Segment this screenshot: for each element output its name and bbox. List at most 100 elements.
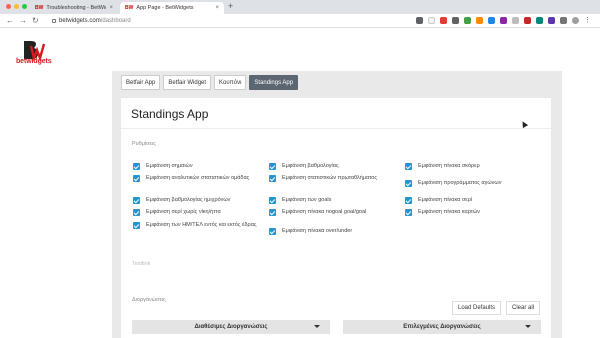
back-icon[interactable]: ←: [6, 16, 14, 25]
page-title: Standings App: [131, 107, 209, 121]
option-league-stats[interactable]: Εμφάνιση στατιστικών πρωταθλήματος: [269, 175, 397, 182]
maximize-window-icon[interactable]: [22, 4, 27, 9]
checkbox-checked-icon[interactable]: [133, 209, 140, 216]
option-show-standings[interactable]: Εμφάνιση βαθμολογίας: [269, 163, 397, 170]
option-label: Εμφάνιση των goals: [282, 197, 332, 203]
logo-text: betwidgets: [16, 58, 52, 65]
checkbox-checked-icon[interactable]: [405, 163, 412, 170]
url-path: /dashboard: [100, 18, 131, 24]
checkbox-checked-icon[interactable]: [405, 209, 412, 216]
app-tabs: Betfair App Betfair Widget Κουπόνι Stand…: [121, 75, 299, 90]
extension-teal-icon[interactable]: [536, 17, 543, 24]
forward-icon[interactable]: →: [19, 16, 27, 25]
option-label: Εμφάνιση σημαιών: [146, 163, 193, 169]
settings-label: Ρυθμίσεις: [132, 141, 156, 147]
extension-icons: ⋮: [416, 17, 591, 24]
extension-violet-icon[interactable]: [548, 17, 555, 24]
address-bar[interactable]: betwidgets.com/dashboard: [52, 16, 414, 26]
option-label: Εμφάνιση βαθμολογίας ημιχρόνων: [146, 197, 231, 203]
clear-all-button[interactable]: Clear all: [506, 301, 541, 315]
option-unbeaten-streak[interactable]: Εμφάνιση σερί χωρίς νίκη/ήττα: [133, 209, 261, 216]
browser-toolbar: ← → ↻ betwidgets.com/dashboard ⋮: [0, 14, 600, 28]
favicon-icon: BW: [125, 5, 134, 11]
browser-tabstrip: BW Troubleshooting - BetWidgets × BW App…: [0, 0, 600, 14]
menu-icon[interactable]: ⋮: [584, 17, 591, 24]
option-label: Εμφάνιση προγράμματος αγώνων: [418, 180, 502, 186]
tab-kouponi[interactable]: Κουπόνι: [214, 75, 247, 90]
option-label: Εμφάνιση πίνακα σερί: [418, 197, 473, 203]
option-ht-ft-home-away[interactable]: Εμφάνιση των ΗΜ/ΤΕΛ εντός και εκτός έδρα…: [133, 222, 261, 229]
checkbox-checked-icon[interactable]: [405, 197, 412, 204]
close-window-icon[interactable]: [6, 4, 11, 9]
extension-red-icon[interactable]: [440, 17, 447, 24]
option-label: Εμφάνιση πίνακα καρτών: [418, 209, 480, 215]
option-fixtures[interactable]: Εμφάνιση προγράμματος αγώνων: [405, 180, 533, 187]
available-competitions-select[interactable]: Διαθέσιμες Διοργανώσεις: [132, 320, 330, 334]
option-label: Εμφάνιση βαθμολογίας: [282, 163, 339, 169]
url-host: betwidgets.com: [59, 18, 101, 24]
minimize-window-icon[interactable]: [14, 4, 19, 9]
avatar[interactable]: [572, 17, 579, 24]
option-nogoal-goal[interactable]: Εμφάνιση πίνακα nogoal goal/goal: [269, 209, 397, 216]
puzzle-icon[interactable]: [560, 17, 567, 24]
extension-green-icon[interactable]: [464, 17, 471, 24]
browser-tab-app-page[interactable]: BW App Page - BetWidgets ×: [120, 2, 224, 14]
extension-purple-icon[interactable]: [500, 17, 507, 24]
browser-tab-troubleshooting[interactable]: BW Troubleshooting - BetWidgets ×: [30, 2, 118, 14]
tab-standings-app[interactable]: Standings App: [249, 75, 299, 90]
checkbox-checked-icon[interactable]: [269, 175, 276, 182]
select-label: Επιλεγμένες Διοργανώσεις: [403, 324, 481, 330]
favicon-icon: BW: [35, 5, 44, 11]
chevron-down-icon: [525, 325, 531, 328]
browser-tab-label: App Page - BetWidgets: [136, 5, 194, 11]
checkbox-checked-icon[interactable]: [269, 228, 276, 235]
checkbox-checked-icon[interactable]: [405, 180, 412, 187]
standings-app-card: Standings App Ρυθμίσεις Εμφάνιση σημαιών…: [121, 98, 551, 338]
extension-red2-icon[interactable]: [524, 17, 531, 24]
close-tab-icon[interactable]: ×: [215, 5, 219, 11]
option-label: Εμφάνιση στατιστικών πρωταθλήματος: [282, 175, 377, 181]
checkbox-checked-icon[interactable]: [269, 197, 276, 204]
option-scorers[interactable]: Εμφάνιση πίνακα σκόρερ: [405, 163, 533, 170]
option-label: Εμφάνιση αναλυτικών στατιστικών ομάδας: [146, 175, 250, 181]
star-icon[interactable]: [428, 17, 435, 24]
option-streaks[interactable]: Εμφάνιση πίνακα σερί: [405, 197, 533, 204]
selected-competitions-select[interactable]: Επιλεγμένες Διοργανώσεις: [343, 320, 541, 334]
option-halftime-standings[interactable]: Εμφάνιση βαθμολογίας ημιχρόνων: [133, 197, 261, 204]
checkbox-checked-icon[interactable]: [133, 163, 140, 170]
extension-blue-icon[interactable]: [488, 17, 495, 24]
option-label: Εμφάνιση πίνακα over/under: [282, 228, 353, 234]
reload-icon[interactable]: ↻: [32, 16, 39, 25]
checkbox-checked-icon[interactable]: [269, 163, 276, 170]
option-label: Εμφάνιση πίνακα nogoal goal/goal: [282, 209, 367, 215]
page-gutter: [0, 71, 112, 338]
option-label: Εμφάνιση πίνακα σκόρερ: [418, 163, 480, 169]
option-team-stats[interactable]: Εμφάνιση αναλυτικών στατιστικών ομάδας: [133, 175, 261, 182]
close-tab-icon[interactable]: ×: [109, 5, 113, 11]
textlink-label[interactable]: Textlink: [132, 261, 150, 267]
option-cards[interactable]: Εμφάνιση πίνακα καρτών: [405, 209, 533, 216]
tab-betfair-app[interactable]: Betfair App: [121, 75, 161, 90]
option-show-flags[interactable]: Εμφάνιση σημαιών: [133, 163, 261, 170]
option-over-under[interactable]: Εμφάνιση πίνακα over/under: [269, 228, 397, 235]
site-header: betwidgets: [0, 29, 600, 71]
checkbox-checked-icon[interactable]: [133, 175, 140, 182]
checkbox-checked-icon[interactable]: [269, 209, 276, 216]
divider: [121, 128, 551, 129]
chevron-down-icon: [314, 325, 320, 328]
option-label: Εμφάνιση σερί χωρίς νίκη/ήττα: [146, 209, 221, 215]
load-defaults-button[interactable]: Load Defaults: [452, 301, 502, 315]
extension-grey-icon[interactable]: [512, 17, 519, 24]
checkbox-checked-icon[interactable]: [133, 197, 140, 204]
lock-icon: [52, 19, 56, 23]
option-goals[interactable]: Εμφάνιση των goals: [269, 197, 397, 204]
tab-betfair-widget[interactable]: Betfair Widget: [163, 75, 212, 90]
new-tab-icon[interactable]: +: [228, 1, 233, 11]
key-icon[interactable]: [416, 17, 423, 24]
extension-dark-icon[interactable]: [452, 17, 459, 24]
option-label: Εμφάνιση των ΗΜ/ΤΕΛ εντός και εκτός έδρα…: [146, 222, 257, 228]
window-controls[interactable]: [6, 4, 27, 9]
extension-orange-icon[interactable]: [476, 17, 483, 24]
checkbox-checked-icon[interactable]: [133, 222, 140, 229]
select-label: Διαθέσιμες Διοργανώσεις: [194, 324, 268, 330]
